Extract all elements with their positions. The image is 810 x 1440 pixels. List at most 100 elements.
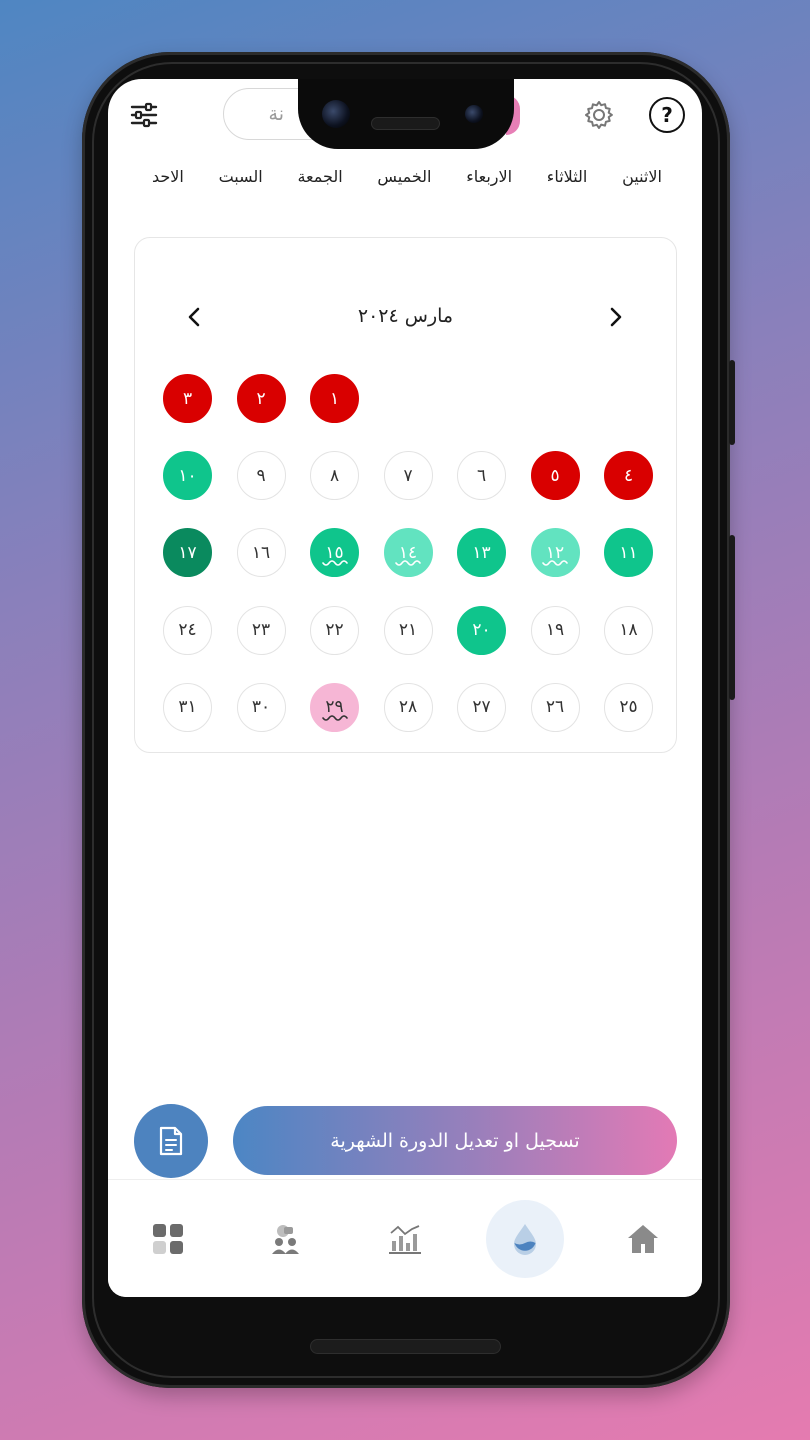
search-placeholder: نة [268, 103, 284, 125]
calendar-day-label: ٩ [256, 465, 266, 486]
calendar-day[interactable]: ٢٩ [310, 682, 359, 732]
calendar-day[interactable]: ٣٠ [236, 682, 286, 732]
calendar-day[interactable]: ١٤ [383, 528, 433, 578]
log-period-button[interactable]: تسجيل او تعديل الدورة الشهرية [233, 1106, 677, 1175]
calendar-day[interactable]: ٢ [236, 374, 286, 423]
calendar-day-label: ٢٤ [178, 620, 197, 641]
tab-cycle[interactable] [486, 1200, 564, 1278]
calendar-day-label: ٥ [550, 465, 560, 486]
weekday-label: الاثنين [622, 167, 662, 186]
home-icon [628, 1225, 658, 1253]
filter-button[interactable] [128, 99, 160, 131]
calendar-day-label: ٣١ [178, 697, 197, 718]
next-month-button[interactable] [603, 304, 629, 330]
calendar-day[interactable]: ٥ [530, 451, 580, 501]
calendar-day[interactable]: ٢٢ [310, 605, 359, 655]
calendar-day-label: ١٦ [251, 542, 271, 563]
weekday-label: الاحد [152, 167, 184, 186]
calendar-day-label: ٢٠ [472, 620, 491, 641]
month-header: مارس ٢٠٢٤ [135, 300, 676, 332]
calendar-day[interactable]: ٤ [604, 451, 653, 501]
calendar-day[interactable]: ١٩ [530, 605, 580, 655]
calendar-day-label: ٢٦ [545, 697, 565, 718]
calendar-day-label: ٢٧ [472, 697, 491, 718]
calendar-day-label: ٤ [623, 465, 634, 486]
weekday-label: الثلاثاء [546, 167, 588, 186]
calendar-day[interactable]: ١٦ [236, 528, 286, 578]
help-button[interactable]: ? [649, 97, 685, 133]
log-period-label: تسجيل او تعديل الدورة الشهرية [330, 1129, 580, 1152]
calendar-day[interactable]: ٣ [163, 374, 212, 423]
calendar-day[interactable]: ٩ [236, 451, 286, 501]
gear-icon [585, 101, 613, 129]
calendar-day[interactable]: ١٠ [163, 451, 212, 501]
chart-icon [389, 1225, 421, 1254]
sliders-icon [130, 102, 158, 128]
calendar-day[interactable]: ١٥ [310, 528, 359, 578]
calendar-day[interactable]: ٢٣ [236, 605, 286, 655]
calendar-day[interactable]: ١٣ [457, 528, 506, 578]
earpiece-speaker [371, 117, 440, 130]
weekday-label: الجمعة [297, 167, 343, 186]
calendar-day[interactable]: ١٧ [163, 528, 212, 578]
calendar-day-label: ١١ [619, 542, 638, 563]
grid-icon [153, 1224, 183, 1254]
calendar-day-label: ٢٥ [619, 697, 638, 718]
calendar-day-label: ٢٣ [251, 620, 271, 641]
calendar-day[interactable]: ٢١ [383, 605, 433, 655]
calendar-grid: ١ ٢ ٣ ٤ ٥ ٦ ٧ ٨ ٩ ١٠ ١١ ١٢ ١٣ ١٤ ١٥ ١٦ ١٧ ١٨ ١٩ ٢٠ ٢١ ٢٢ ٢٣ ٢٤ ٢… [159, 374, 653, 734]
front-camera-icon [322, 100, 350, 128]
weekday-label: الخميس [377, 167, 432, 186]
calendar-card: مارس ٢٠٢٤ ١ ٢ ٣ ٤ ٥ ٦ ٧ ٨ ٩ ١٠ ١١ ١٢ ١٣ ١٤ ١٥ ١٦ ١٧ ١٨ ١٩ ٢… [134, 237, 677, 753]
calendar-day-label: ٢٨ [398, 697, 418, 718]
calendar-day[interactable]: ٦ [457, 451, 506, 501]
wave-icon [395, 560, 421, 567]
calendar-day[interactable]: ١٢ [530, 528, 580, 578]
community-icon [272, 1225, 299, 1254]
tab-community[interactable] [247, 1200, 325, 1278]
calendar-day[interactable]: ٢٧ [457, 682, 506, 732]
calendar-day-label: ٢١ [398, 620, 418, 641]
calendar-day[interactable]: ٣١ [163, 682, 212, 732]
calendar-day-label: ١٠ [178, 465, 197, 486]
calendar-day-label: ٧ [403, 465, 413, 486]
calendar-day[interactable]: ٨ [310, 451, 359, 501]
weekday-label: السبت [218, 167, 263, 186]
wave-icon [321, 560, 348, 567]
calendar-day[interactable]: ٢٦ [530, 682, 580, 732]
calendar-day-label: ١٧ [178, 542, 197, 563]
calendar-day-label: ٦ [476, 465, 487, 486]
calendar-day-label: ١ [329, 388, 340, 409]
help-icon: ? [661, 103, 673, 127]
weekday-label: الاربعاء [466, 167, 513, 186]
chevron-right-icon [610, 307, 622, 327]
tab-stats[interactable] [366, 1200, 444, 1278]
tab-apps[interactable] [129, 1200, 207, 1278]
settings-button[interactable] [581, 97, 617, 133]
drop-icon [514, 1224, 536, 1255]
calendar-day-label: ٢ [256, 388, 266, 409]
calendar-day-label: ٣٠ [251, 697, 271, 718]
weekday-header: الاثنين الثلاثاء الاربعاء الخميس الجمعة … [108, 167, 702, 197]
calendar-day-label: ٨ [329, 465, 340, 486]
calendar-day[interactable]: ١١ [604, 528, 653, 578]
month-label: مارس ٢٠٢٤ [357, 305, 454, 327]
calendar-day[interactable]: ٧ [383, 451, 433, 501]
calendar-day-label: ١٩ [545, 620, 565, 641]
calendar-day-label: ١٣ [472, 542, 491, 563]
calendar-day[interactable]: ١٨ [604, 605, 653, 655]
calendar-day[interactable]: ١ [310, 374, 359, 423]
calendar-day[interactable]: ٢٥ [604, 682, 653, 732]
wave-icon [542, 560, 568, 567]
calendar-day[interactable]: ٢٠ [457, 605, 506, 655]
volume-button [729, 535, 735, 700]
calendar-day-label: ١٨ [619, 620, 638, 641]
notes-button[interactable] [134, 1104, 208, 1178]
sensor-icon [465, 105, 483, 123]
tab-home[interactable] [604, 1200, 682, 1278]
calendar-day-label: ٢٢ [325, 620, 344, 641]
app-screen: نة ? الاثنين الثلاثاء الاربعاء الخميس ال… [108, 79, 702, 1297]
bottom-tab-bar [108, 1179, 702, 1297]
calendar-day[interactable]: ٢٨ [383, 682, 433, 732]
calendar-day[interactable]: ٢٤ [163, 605, 212, 655]
